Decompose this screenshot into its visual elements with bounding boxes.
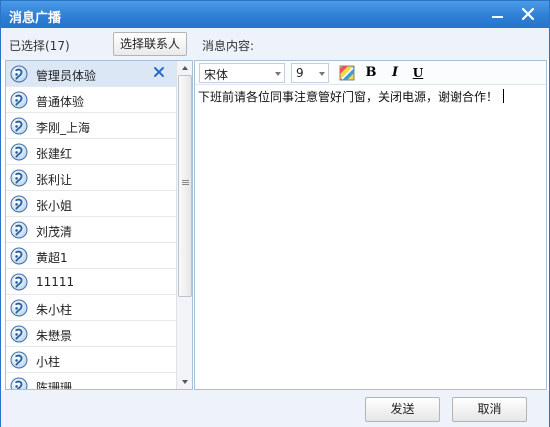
contact-avatar-icon (10, 117, 28, 135)
contact-list: 管理员体验普通体验李刚_上海张建红张利让张小姐刘茂清黄超1 11111 朱小柱朱懋景… (6, 61, 176, 389)
chevron-down-icon (275, 72, 281, 76)
contact-avatar-icon (10, 247, 28, 265)
contact-avatar-icon (10, 325, 28, 343)
contact-name: 刘茂清 (36, 225, 73, 239)
contact-list-item[interactable]: 张利让 (6, 165, 176, 191)
contact-name: 朱小柱 (36, 303, 73, 317)
choose-contacts-button[interactable]: 选择联系人 (113, 32, 187, 56)
title-bar: 消息广播 (1, 1, 549, 28)
contact-name: 普通体验 (36, 95, 85, 109)
font-size-select[interactable]: 9 (291, 63, 329, 83)
contact-name: 朱懋景 (36, 329, 73, 343)
font-family-value: 宋体 (204, 68, 229, 82)
send-button[interactable]: 发送 (365, 397, 440, 422)
scroll-up-button[interactable] (177, 61, 192, 75)
contact-list-item[interactable]: 管理员体验 (6, 61, 176, 87)
text-color-button[interactable] (337, 63, 357, 83)
contact-list-item[interactable]: 小柱 (6, 347, 176, 373)
contact-list-item[interactable]: 朱小柱 (6, 295, 176, 321)
scroll-down-button[interactable] (177, 375, 192, 389)
contact-name: 11111 (36, 275, 75, 289)
color-palette-icon (339, 65, 355, 81)
contact-list-item[interactable]: 黄超1 (6, 243, 176, 269)
italic-button[interactable]: I (385, 63, 405, 83)
text-caret (503, 89, 505, 103)
font-family-select[interactable]: 宋体 (199, 63, 285, 83)
contact-avatar-icon (10, 377, 28, 389)
contact-list-scrollbar[interactable] (176, 61, 192, 389)
scroll-thumb[interactable] (178, 75, 192, 297)
contact-avatar-icon (10, 169, 28, 187)
contact-avatar-icon (10, 143, 28, 161)
chevron-down-icon (319, 72, 325, 76)
remove-icon[interactable] (152, 65, 166, 79)
message-editor-panel: 宋体 9 B I U 下班前请各位同事注意管好门窗，关闭电源，谢谢合作！ (194, 60, 547, 390)
font-size-value: 9 (296, 66, 304, 80)
contact-list-item[interactable]: 刘茂清 (6, 217, 176, 243)
contact-list-item[interactable]: 朱懋景 (6, 321, 176, 347)
close-icon (521, 7, 535, 21)
underline-button[interactable]: U (408, 63, 428, 83)
contact-list-item[interactable]: 陈珊珊 (6, 373, 176, 389)
minimize-button[interactable] (487, 4, 509, 24)
bold-button[interactable]: B (361, 63, 381, 83)
dialog-footer: 发送 取消 (1, 390, 549, 427)
cancel-button[interactable]: 取消 (452, 397, 527, 422)
contact-name: 小柱 (36, 355, 61, 369)
contact-list-item[interactable]: 张小姐 (6, 191, 176, 217)
close-button[interactable] (517, 4, 539, 24)
contact-avatar-icon (10, 273, 28, 291)
message-text: 下班前请各位同事注意管好门窗，关闭电源，谢谢合作！ (198, 90, 499, 104)
selected-count-label: 已选择(17) (9, 39, 70, 53)
contact-list-item[interactable]: 李刚_上海 (6, 113, 176, 139)
broadcast-dialog: 消息广播 已选择(17) 选择联系人 消息内容: 管理员体验普通体验李刚_上海张… (0, 0, 550, 427)
window-title: 消息广播 (9, 11, 62, 26)
contact-name: 黄超1 (36, 251, 68, 265)
contact-list-panel: 管理员体验普通体验李刚_上海张建红张利让张小姐刘茂清黄超1 11111 朱小柱朱懋景… (5, 60, 193, 390)
contact-list-item[interactable]: 11111 (6, 269, 176, 295)
contact-avatar-icon (10, 221, 28, 239)
message-content-label: 消息内容: (202, 39, 255, 53)
message-input[interactable]: 下班前请各位同事注意管好门窗，关闭电源，谢谢合作！ (195, 86, 546, 389)
header-row: 已选择(17) 选择联系人 消息内容: (1, 28, 549, 60)
contact-list-item[interactable]: 普通体验 (6, 87, 176, 113)
contact-avatar-icon (10, 299, 28, 317)
contact-avatar-icon (10, 91, 28, 109)
contact-avatar-icon (10, 195, 28, 213)
contact-name: 管理员体验 (36, 69, 97, 83)
contact-name: 李刚_上海 (36, 121, 91, 135)
contact-avatar-icon (10, 351, 28, 369)
contact-name: 陈珊珊 (36, 381, 73, 389)
contact-avatar-icon (10, 65, 28, 83)
contact-name: 张利让 (36, 173, 73, 187)
contact-name: 张小姐 (36, 199, 73, 213)
format-toolbar: 宋体 9 B I U (195, 61, 546, 85)
contact-name: 张建红 (36, 147, 73, 161)
contact-list-item[interactable]: 张建红 (6, 139, 176, 165)
